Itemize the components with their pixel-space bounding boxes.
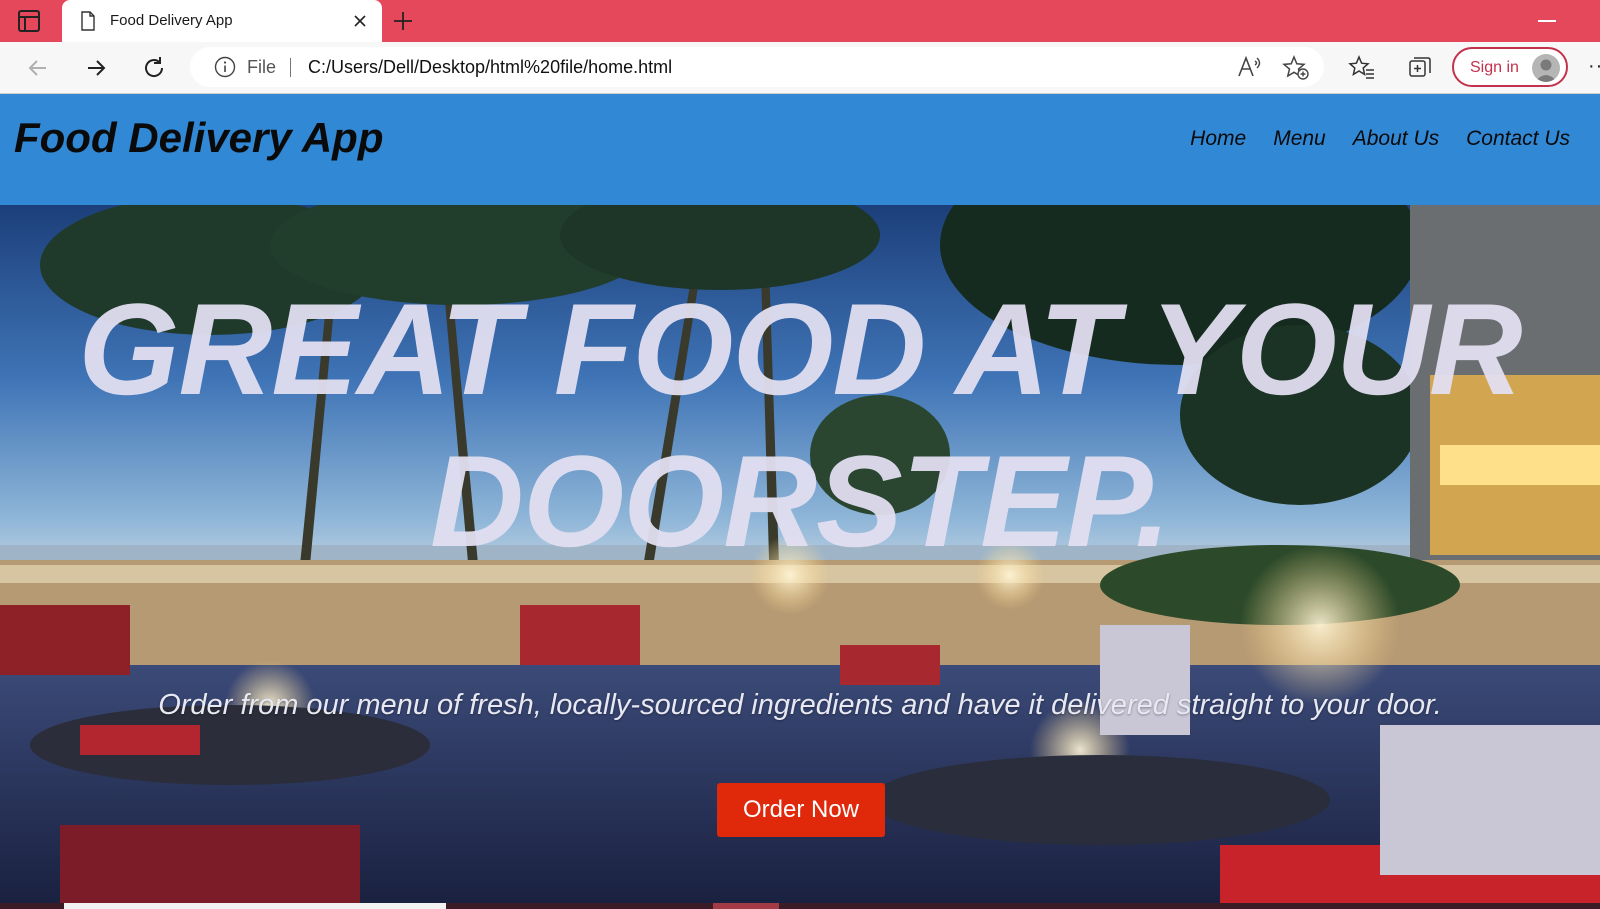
refresh-icon[interactable] — [140, 54, 168, 82]
browser-tab[interactable]: Food Delivery App — [62, 0, 382, 42]
more-options-icon[interactable]: ··· — [1588, 55, 1600, 78]
tab-title: Food Delivery App — [110, 12, 233, 29]
forward-icon[interactable] — [82, 54, 110, 82]
nav-contact-us[interactable]: Contact Us — [1466, 127, 1570, 151]
address-scheme-label: File — [247, 57, 277, 77]
person-icon — [1535, 59, 1557, 82]
site-title: Food Delivery App — [14, 114, 384, 161]
page-icon — [81, 11, 95, 31]
minimize-icon[interactable] — [1538, 20, 1556, 22]
address-divider — [290, 58, 291, 77]
add-favorite-icon[interactable] — [1282, 55, 1310, 81]
address-bar[interactable]: File C:/Users/Dell/Desktop/html%20file/h… — [190, 47, 1324, 87]
close-tab-icon[interactable] — [352, 13, 368, 29]
scroll-marker — [713, 903, 779, 909]
hero-subtitle: Order from our menu of fresh, locally-so… — [158, 689, 1442, 721]
hero-section: GREAT FOOD AT YOUR DOORSTEP. Order from … — [0, 205, 1600, 903]
tab-actions-icon[interactable] — [18, 10, 40, 32]
read-aloud-icon[interactable] — [1236, 55, 1262, 79]
nav-menu[interactable]: Menu — [1273, 127, 1326, 151]
order-now-button[interactable]: Order Now — [717, 783, 885, 837]
sign-in-button[interactable]: Sign in — [1452, 47, 1568, 87]
nav-about-us[interactable]: About Us — [1353, 127, 1439, 151]
favorites-icon[interactable] — [1348, 54, 1376, 82]
avatar — [1532, 54, 1560, 82]
horizontal-scrollbar[interactable] — [64, 903, 446, 909]
hero-headline: GREAT FOOD AT YOUR DOORSTEP. — [78, 276, 1522, 574]
collections-icon[interactable] — [1406, 54, 1434, 82]
back-icon[interactable] — [24, 54, 52, 82]
main-nav: Home Menu About Us Contact Us — [1190, 127, 1570, 151]
browser-tab-bar: Food Delivery App — [0, 0, 1600, 42]
info-icon[interactable] — [214, 56, 236, 78]
url-text[interactable]: C:/Users/Dell/Desktop/html%20file/home.h… — [308, 57, 672, 78]
browser-toolbar: File C:/Users/Dell/Desktop/html%20file/h… — [0, 42, 1600, 94]
site-header: Food Delivery App Home Menu About Us Con… — [0, 94, 1600, 205]
new-tab-icon[interactable] — [392, 10, 414, 32]
sign-in-label: Sign in — [1470, 59, 1519, 76]
nav-home[interactable]: Home — [1190, 127, 1246, 151]
